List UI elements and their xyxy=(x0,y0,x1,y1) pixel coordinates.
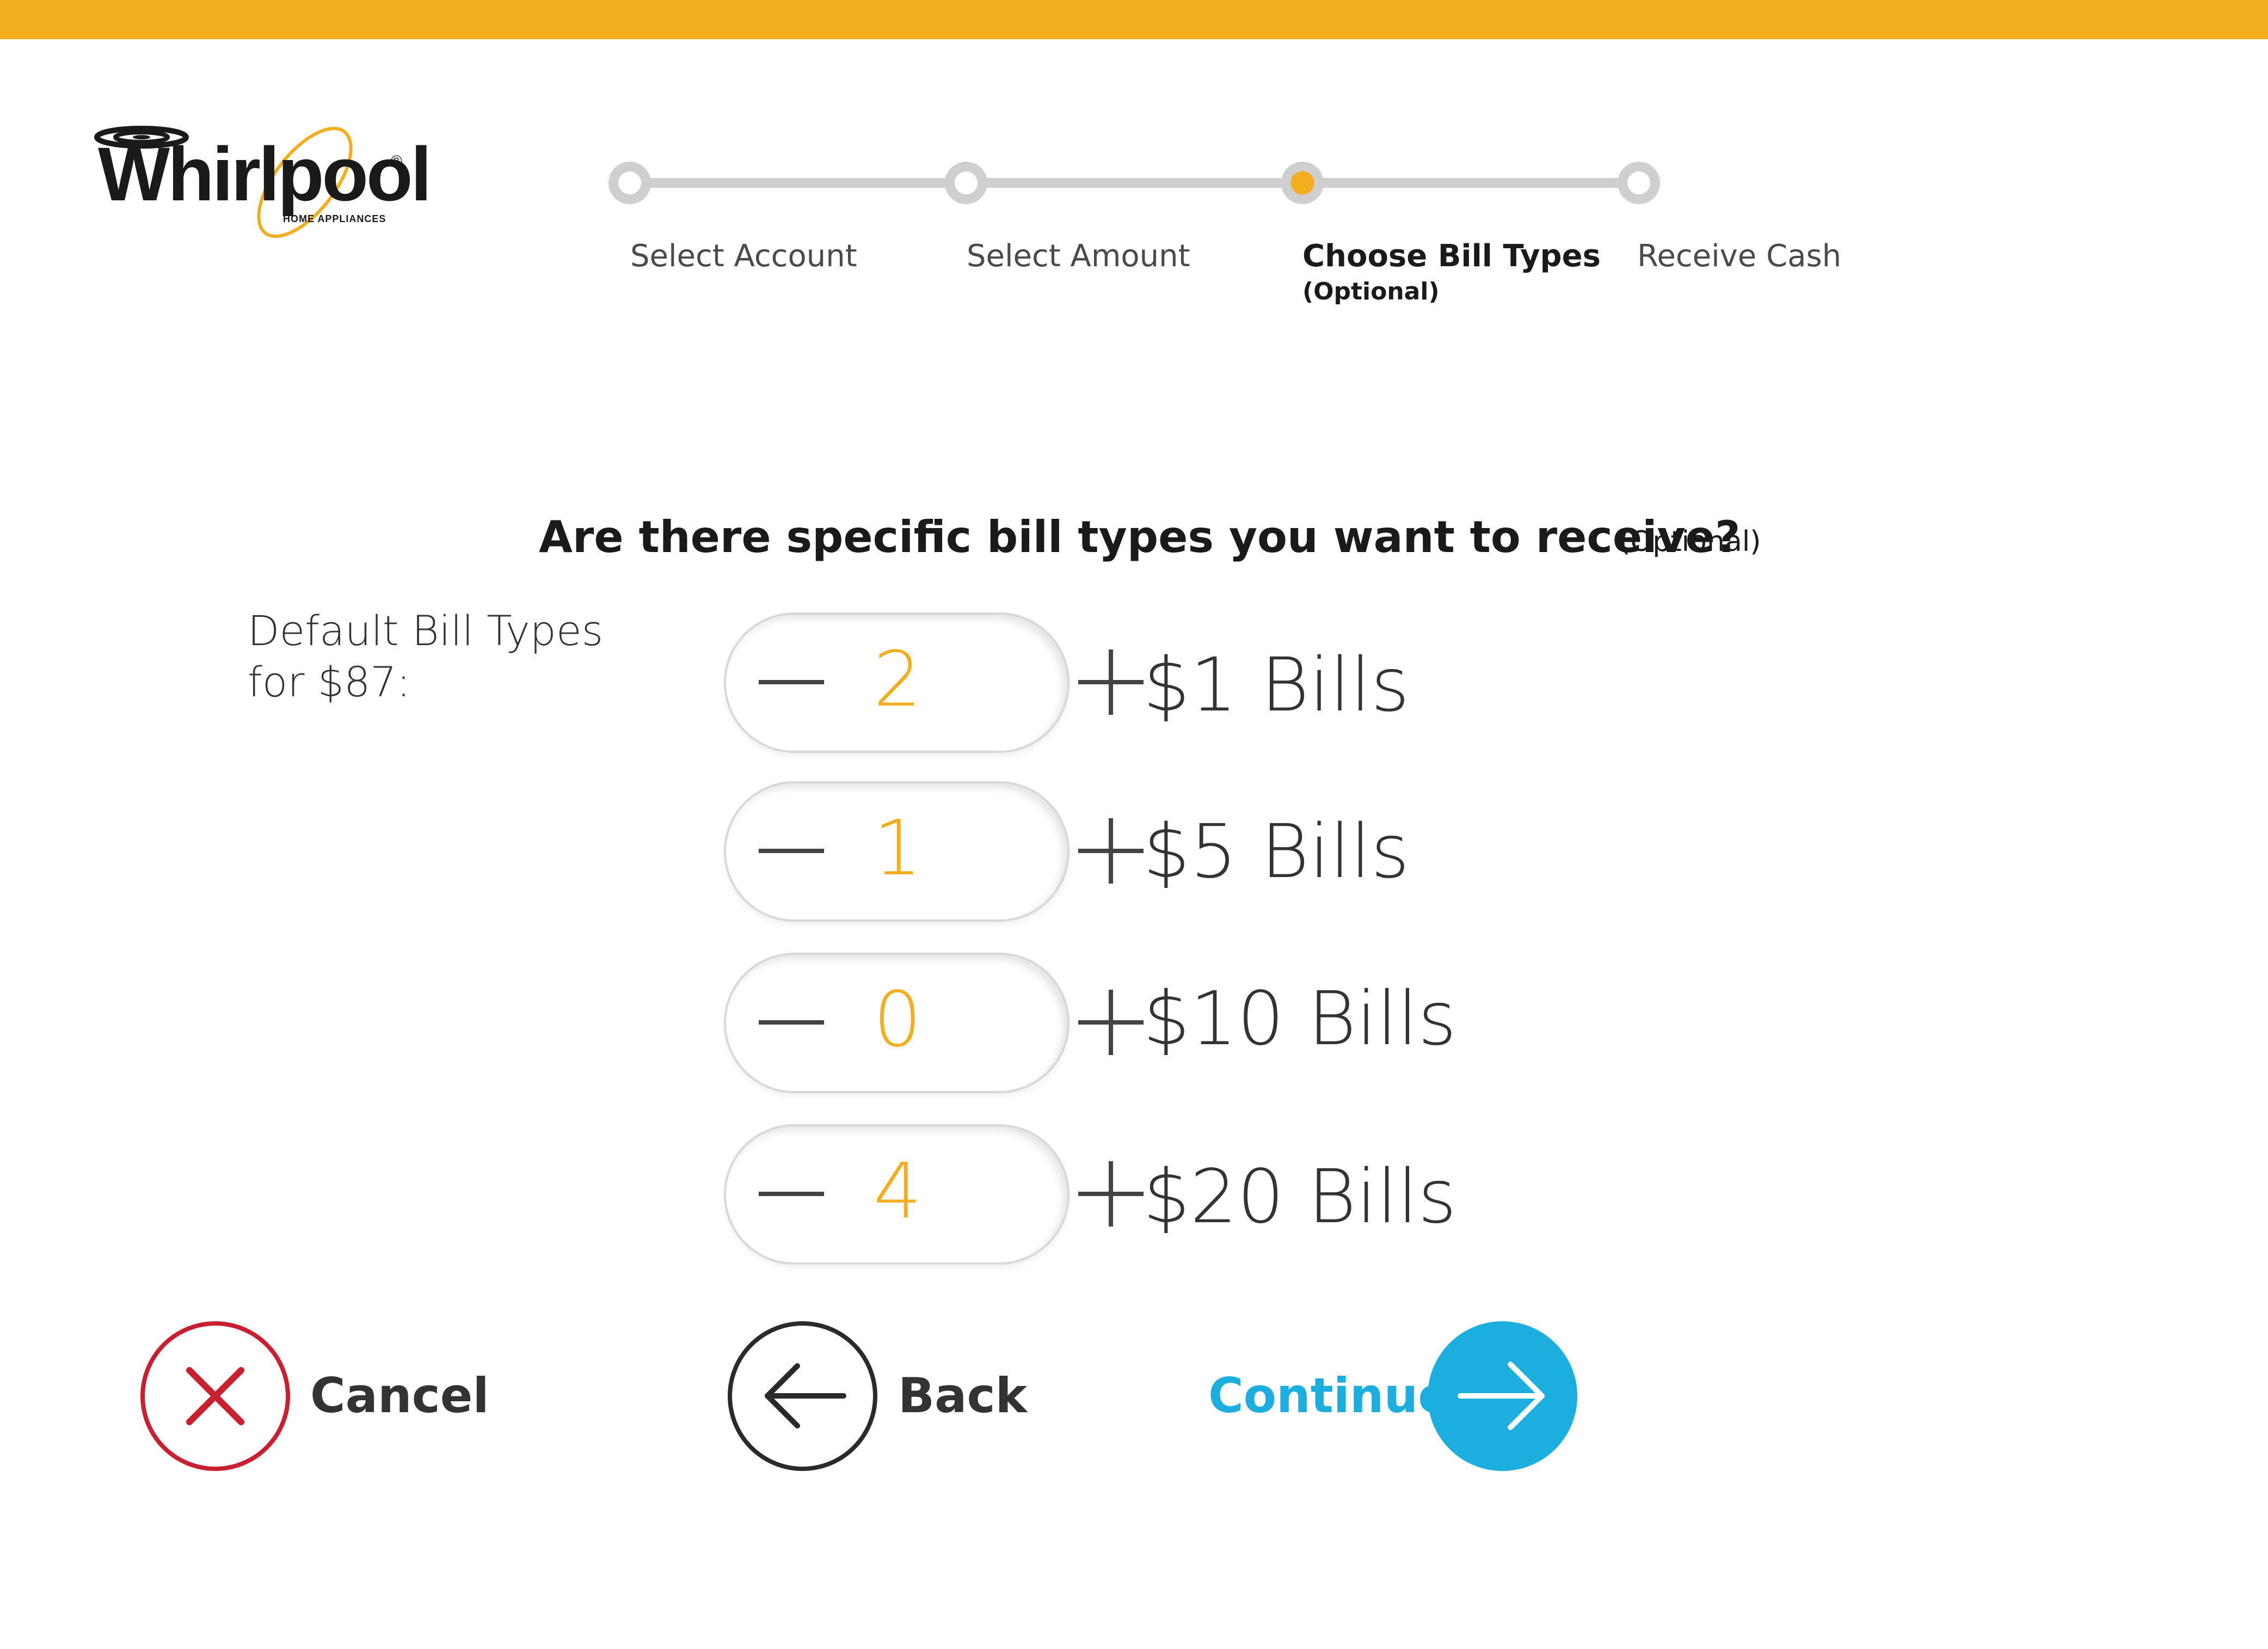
decrement-20-bills-button[interactable] xyxy=(726,1126,846,1262)
bill-label-20: $20 Bills xyxy=(1143,1154,1457,1240)
arrow-right-icon xyxy=(1458,1362,1545,1430)
arrow-left-icon xyxy=(765,1363,846,1429)
step-label-select-amount: Select Amount xyxy=(967,238,1190,274)
continue-button[interactable] xyxy=(1428,1321,1577,1471)
question-optional-note: (Optional) xyxy=(1619,525,1761,558)
step-label-receive-cash: Receive Cash xyxy=(1637,238,1842,274)
cancel-button[interactable] xyxy=(140,1321,290,1471)
decrement-10-bills-button[interactable] xyxy=(726,955,846,1091)
step-label-select-account: Select Account xyxy=(630,238,857,274)
decrement-1-bills-button[interactable] xyxy=(726,615,846,751)
bill-counter-20: 4 xyxy=(724,1124,1144,1265)
top-accent-bar xyxy=(0,0,2268,39)
whirlpool-logo: Whirlpool ® HOME APPLIANCES xyxy=(93,120,432,250)
decrement-5-bills-button[interactable] xyxy=(726,783,846,919)
step-node-receive-cash xyxy=(1618,162,1660,204)
default-label-line1: Default Bill Types xyxy=(248,606,604,655)
increment-10-bills-button[interactable] xyxy=(948,955,1144,1091)
step-node-select-account xyxy=(609,162,651,204)
step-sublabel-optional: (Optional) xyxy=(1302,278,1440,305)
minus-icon xyxy=(759,680,824,684)
bill-count-10: 0 xyxy=(873,976,922,1064)
bill-label-1: $1 Bills xyxy=(1143,642,1410,728)
back-label[interactable]: Back xyxy=(898,1368,1027,1424)
bill-count-5: 1 xyxy=(873,804,922,893)
bill-label-5: $5 Bills xyxy=(1143,809,1410,895)
plus-icon-stem xyxy=(1109,1161,1113,1227)
minus-icon xyxy=(759,1020,824,1025)
plus-icon-stem xyxy=(1109,818,1113,884)
bill-counter-5: 1 xyxy=(724,781,1144,922)
step-node-select-amount xyxy=(945,162,987,204)
minus-icon xyxy=(759,1192,824,1196)
step-node-choose-bill-types xyxy=(1281,162,1324,204)
logo-tagline: HOME APPLIANCES xyxy=(283,213,386,224)
bill-counter-10: 0 xyxy=(724,953,1144,1093)
page-question: Are there specific bill types you want t… xyxy=(539,512,1741,562)
increment-5-bills-button[interactable] xyxy=(948,783,1144,919)
bill-label-10: $10 Bills xyxy=(1143,976,1457,1062)
logo-wordmark: Whirlpool xyxy=(98,131,432,217)
progress-track xyxy=(630,178,1639,188)
close-icon xyxy=(186,1367,244,1425)
increment-20-bills-button[interactable] xyxy=(948,1126,1144,1262)
minus-icon xyxy=(759,849,824,853)
default-bill-types-label: Default Bill Types for $87: xyxy=(248,605,661,708)
logo-registered-mark: ® xyxy=(391,152,402,169)
plus-icon-stem xyxy=(1109,649,1113,715)
bill-counter-1: 2 xyxy=(724,612,1144,753)
continue-label[interactable]: Continue xyxy=(1208,1368,1450,1424)
increment-1-bills-button[interactable] xyxy=(948,615,1144,751)
bill-count-20: 4 xyxy=(873,1147,922,1236)
step-label-choose-bill-types: Choose Bill Types xyxy=(1302,238,1601,274)
plus-icon-stem xyxy=(1109,990,1113,1055)
default-label-line2: for $87: xyxy=(248,658,411,706)
bill-count-1: 2 xyxy=(873,635,922,724)
back-button[interactable] xyxy=(728,1321,877,1471)
cancel-label[interactable]: Cancel xyxy=(310,1368,489,1424)
